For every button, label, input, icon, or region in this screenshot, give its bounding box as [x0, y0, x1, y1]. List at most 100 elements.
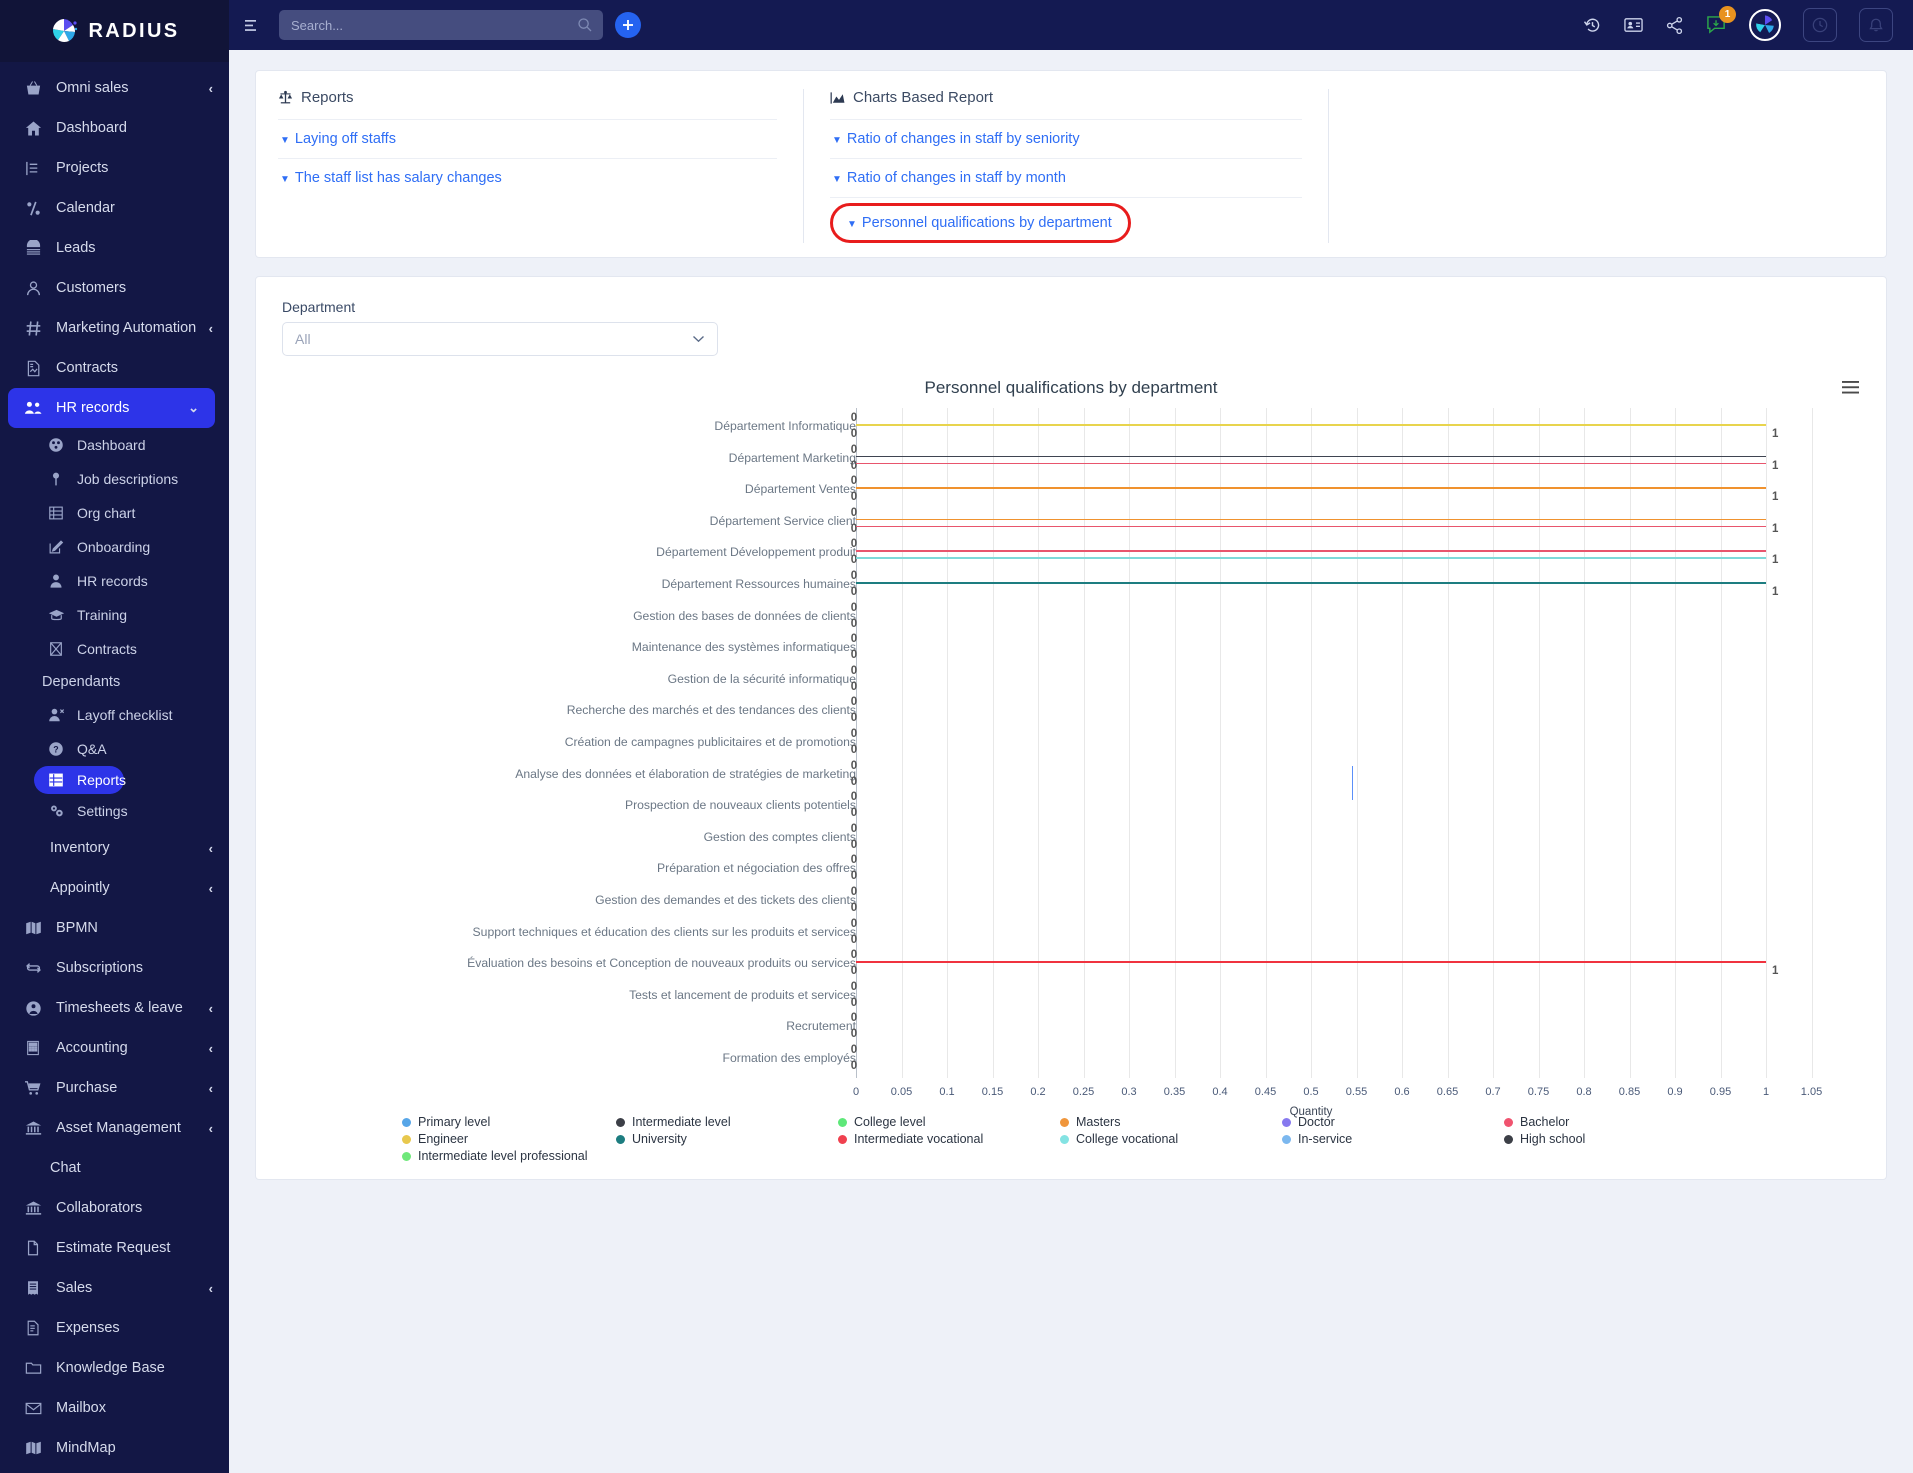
chart-bar[interactable]: [856, 424, 1766, 426]
chart-value-label-left: 0: [850, 886, 858, 898]
bell-button[interactable]: [1859, 8, 1893, 42]
search-input[interactable]: [289, 16, 577, 34]
sidebar-item-appointly[interactable]: Appointly ‹: [0, 868, 229, 908]
chart-bar[interactable]: [856, 961, 1766, 963]
chart-legend-item[interactable]: Primary level: [402, 1114, 616, 1130]
sidebar-item-sales[interactable]: Sales ‹: [0, 1268, 229, 1308]
chart-gridline: [901, 408, 903, 1078]
chart-legend-item[interactable]: High school: [1504, 1131, 1704, 1147]
sidebar-item-knowledge-base[interactable]: Knowledge Base: [0, 1348, 229, 1388]
sidebar-item-estimate-request[interactable]: Estimate Request: [0, 1228, 229, 1268]
search-box[interactable]: [279, 10, 603, 40]
chart-legend-item[interactable]: Bachelor: [1504, 1114, 1704, 1130]
report-link-laying-off-staffs[interactable]: ▼ Laying off staffs: [278, 119, 777, 158]
sidebar-item-projects[interactable]: Projects: [0, 148, 229, 188]
chart-bar[interactable]: [856, 518, 1766, 521]
sidebar-item-hr-records[interactable]: HR records: [0, 564, 229, 598]
chart-legend-item[interactable]: College vocational: [1060, 1131, 1282, 1147]
share-icon[interactable]: [1665, 16, 1684, 35]
sidebar-item-customers[interactable]: Customers: [0, 268, 229, 308]
sidebar-item-accounting[interactable]: Accounting ‹: [0, 1028, 229, 1068]
sidebar-item-mailbox[interactable]: Mailbox: [0, 1388, 229, 1428]
chart-legend-column: Bachelor High school: [1504, 1114, 1704, 1165]
sidebar-item-contracts[interactable]: Contracts: [0, 632, 229, 666]
report-link-ratio-by-seniority[interactable]: ▼ Ratio of changes in staff by seniority: [830, 119, 1302, 158]
brand-logo[interactable]: RADIUS: [0, 0, 229, 62]
sidebar-item-bpmn[interactable]: BPMN: [0, 908, 229, 948]
chart-category-label: Département Informatique: [714, 419, 856, 433]
chart-value-label-left: 0: [850, 902, 858, 914]
sidebar-item-label: Knowledge Base: [56, 1360, 165, 1376]
legend-color-dot: [1504, 1134, 1513, 1144]
chart-bar[interactable]: [856, 487, 1766, 489]
sidebar-item-marketing-automation[interactable]: Marketing Automation ‹: [0, 308, 229, 348]
chart-bar[interactable]: [856, 455, 1766, 458]
chart-bar[interactable]: [1351, 765, 1354, 800]
sidebar-item-label: Dependants: [42, 674, 121, 690]
chart-bar[interactable]: [856, 462, 1766, 465]
sidebar-item-label: Dashboard: [56, 120, 127, 136]
caret-down-icon: ▼: [280, 174, 290, 185]
chart-bar[interactable]: [856, 557, 1766, 559]
sidebar-item-dashboard[interactable]: Dashboard: [0, 428, 229, 462]
chart-bar[interactable]: [856, 582, 1766, 584]
report-link-salary-changes[interactable]: ▼ The staff list has salary changes: [278, 158, 777, 197]
chart-menu-icon[interactable]: [1841, 380, 1860, 395]
report-link-label: Ratio of changes in staff by seniority: [846, 131, 1080, 147]
menu-toggle-icon[interactable]: [243, 18, 267, 33]
sidebar-item-chat[interactable]: Chat: [0, 1148, 229, 1188]
sidebar-item-leads[interactable]: Leads: [0, 228, 229, 268]
sidebar-item-timesheets-leave[interactable]: Timesheets & leave ‹: [0, 988, 229, 1028]
sidebar-item-calendar[interactable]: Calendar: [0, 188, 229, 228]
sidebar-item-subscriptions[interactable]: Subscriptions: [0, 948, 229, 988]
sidebar-item-purchase[interactable]: Purchase ‹: [0, 1068, 229, 1108]
sidebar-item-hr-records[interactable]: HR records ⌄: [8, 388, 215, 428]
chart-gridline: [1129, 408, 1130, 1078]
sidebar-item-inventory[interactable]: Inventory ‹: [0, 828, 229, 868]
chart-bar[interactable]: [856, 525, 1766, 528]
chart-legend-item[interactable]: Intermediate level professional: [402, 1148, 616, 1164]
sidebar-item-settings[interactable]: Settings: [0, 794, 229, 828]
sidebar-item-contracts[interactable]: Contracts: [0, 348, 229, 388]
sidebar-item-q-a[interactable]: ? Q&A: [0, 732, 229, 766]
history-icon[interactable]: [1583, 16, 1602, 35]
chart-legend-item[interactable]: In-service: [1282, 1131, 1504, 1147]
sidebar-item-reports[interactable]: Reports: [34, 766, 126, 794]
chart-legend-item[interactable]: University: [616, 1131, 838, 1147]
sidebar-item-omni-sales[interactable]: Omni sales ‹: [0, 68, 229, 108]
department-select[interactable]: All: [282, 322, 718, 356]
projects-icon: [22, 160, 44, 177]
sidebar-item-job-descriptions[interactable]: Job descriptions: [0, 462, 229, 496]
chart-value-label-right: 1: [1772, 491, 1779, 504]
sidebar-item-training[interactable]: Training: [0, 598, 229, 632]
sidebar-item-onboarding[interactable]: Onboarding: [0, 530, 229, 564]
chart-value-label-left: 0: [850, 601, 858, 614]
search-icon[interactable]: [577, 17, 593, 33]
sidebar-item-label: Projects: [56, 160, 109, 176]
legend-color-dot: [1504, 1117, 1513, 1127]
chart-bar[interactable]: [856, 550, 1766, 552]
chart-legend-item[interactable]: College level: [838, 1114, 1060, 1130]
sidebar-item-org-chart[interactable]: Org chart: [0, 496, 229, 530]
add-button[interactable]: [615, 12, 641, 38]
contact-card-icon[interactable]: [1624, 17, 1643, 33]
messages-icon[interactable]: 1: [1706, 6, 1736, 35]
avatar[interactable]: [1749, 9, 1781, 41]
sidebar-item-dashboard[interactable]: Dashboard: [0, 108, 229, 148]
sidebar-item-layoff-checklist[interactable]: Layoff checklist: [0, 698, 229, 732]
sidebar-item-asset-management[interactable]: Asset Management ‹: [0, 1108, 229, 1148]
chart-legend-item[interactable]: Intermediate vocational: [838, 1131, 1060, 1147]
chart-gridline: [1720, 408, 1722, 1078]
report-link-ratio-by-month[interactable]: ▼ Ratio of changes in staff by month: [830, 158, 1302, 197]
sidebar-item-collaborators[interactable]: Collaborators: [0, 1188, 229, 1228]
sidebar-item-mindmap[interactable]: MindMap: [0, 1428, 229, 1468]
chart-legend-item[interactable]: Masters: [1060, 1114, 1282, 1130]
chart-legend-item[interactable]: Engineer: [402, 1131, 616, 1147]
sidebar-item-expenses[interactable]: Expenses: [0, 1308, 229, 1348]
timer-button[interactable]: [1803, 8, 1837, 42]
sidebar-item-label: Omni sales: [56, 80, 129, 96]
report-link-personnel-qualifications[interactable]: ▼ Personnel qualifications by department: [830, 203, 1131, 243]
sidebar-item-label: Customers: [56, 280, 127, 296]
sidebar-item-label: Inventory: [50, 840, 110, 856]
chart-legend-item[interactable]: Intermediate level: [616, 1114, 838, 1130]
